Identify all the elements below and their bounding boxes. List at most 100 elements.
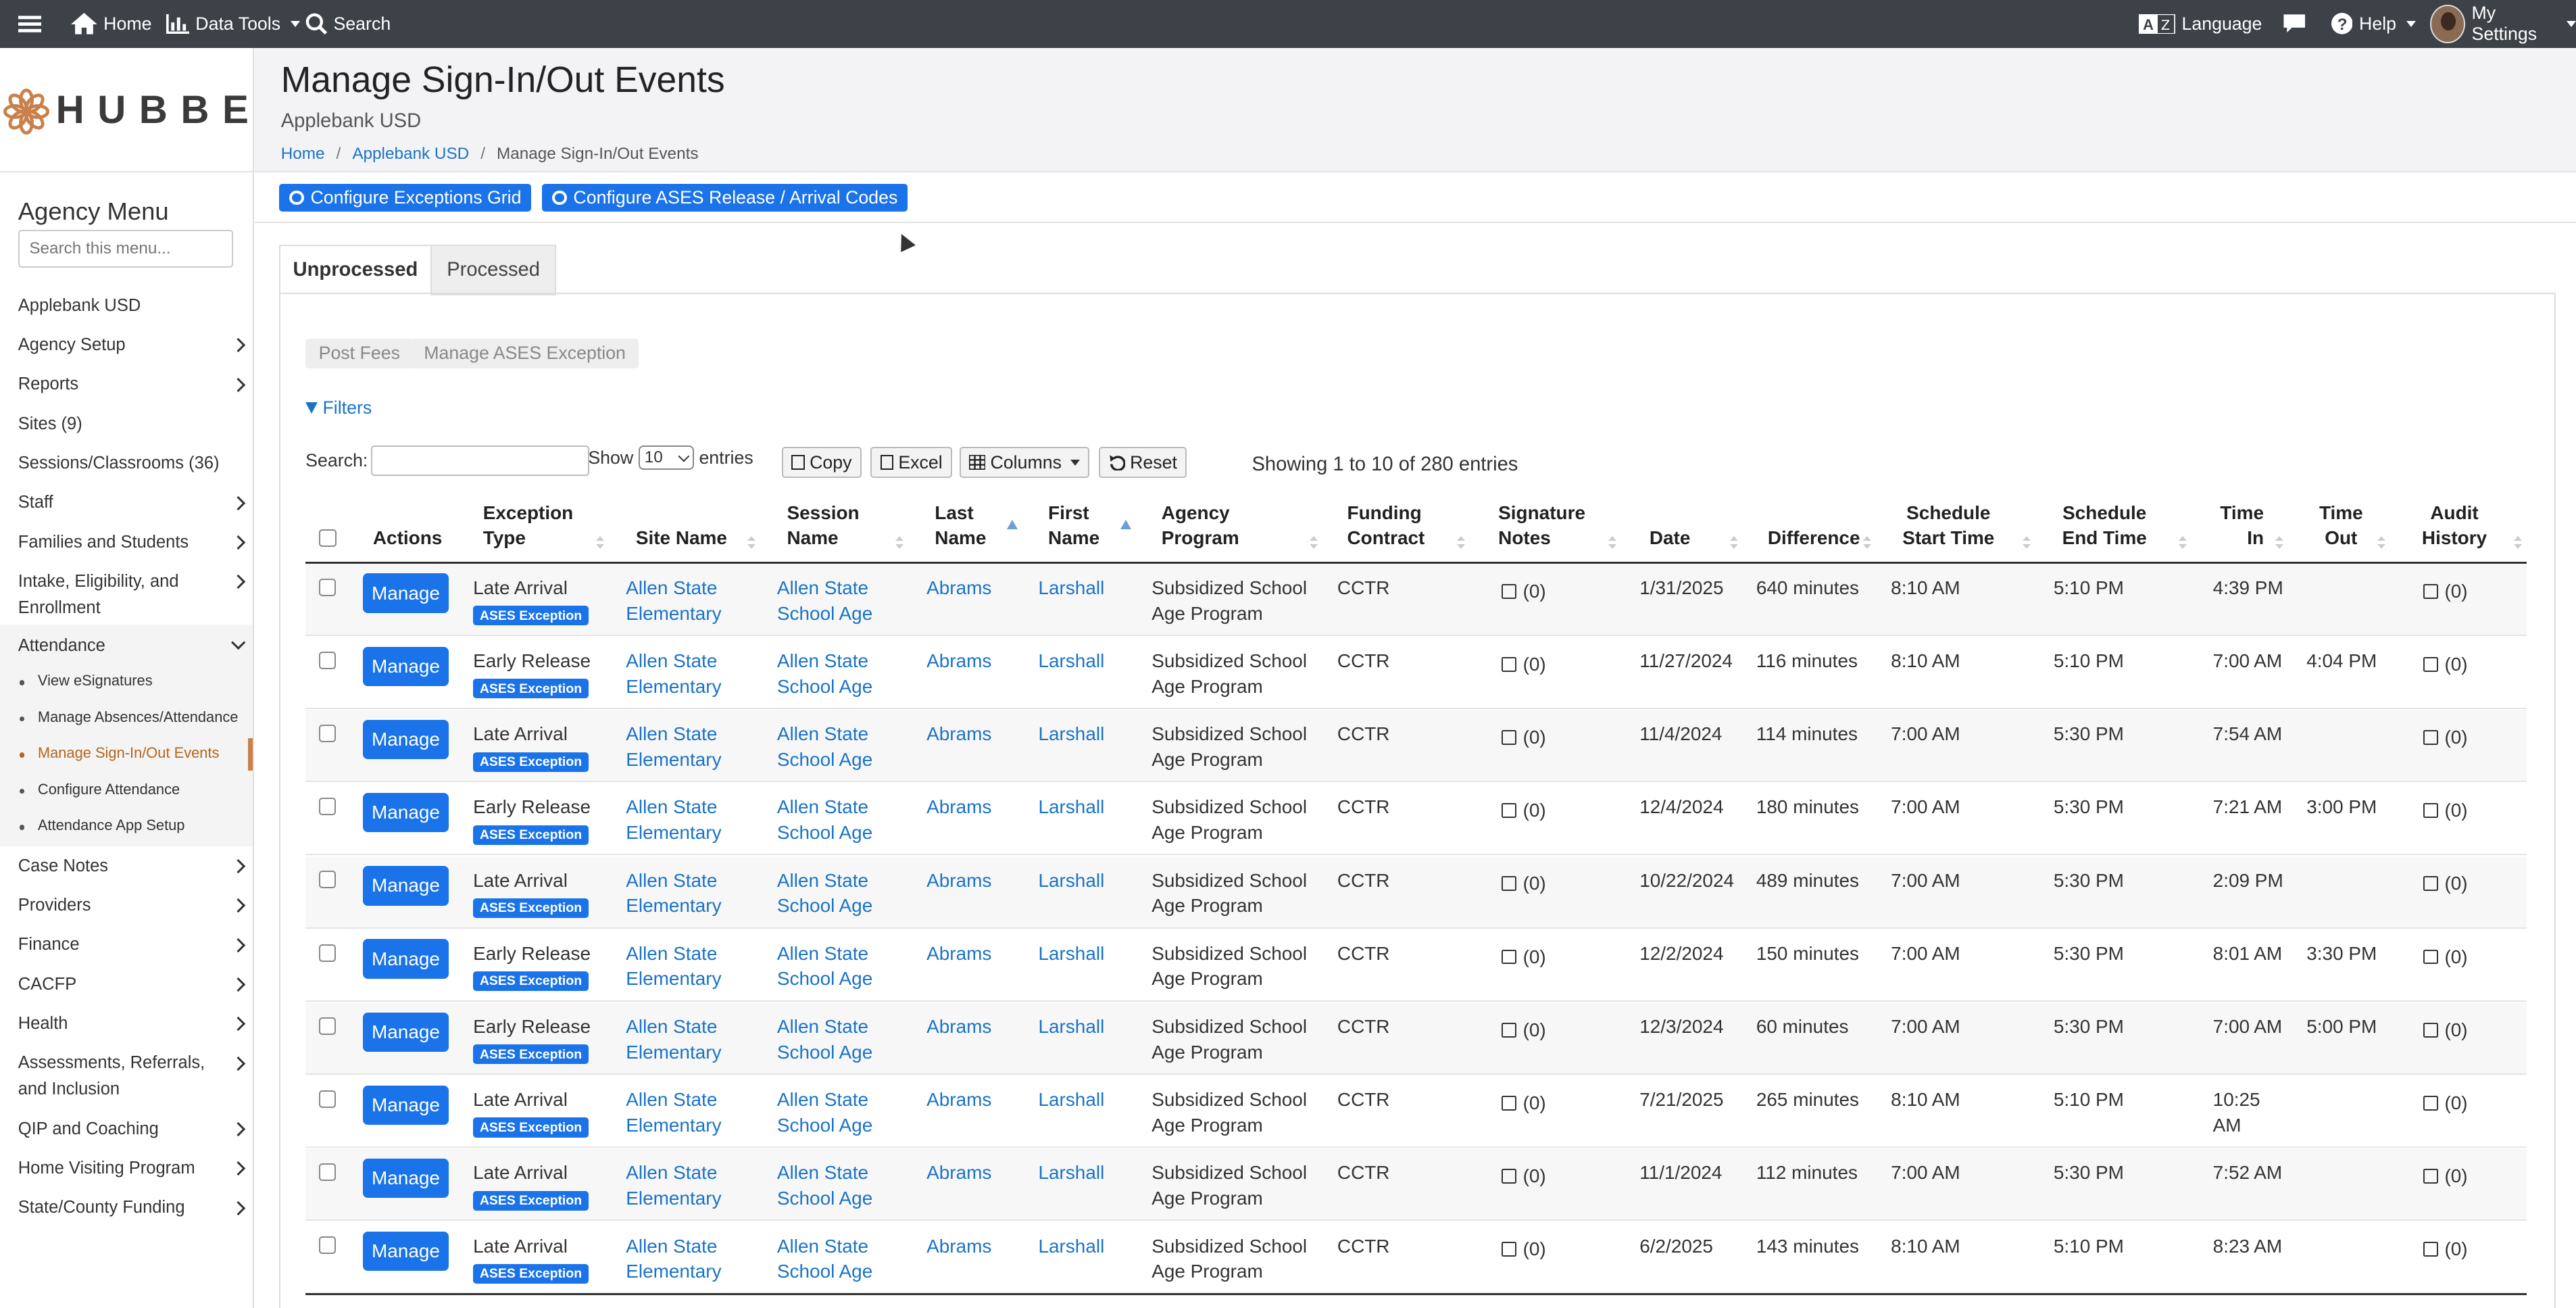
sidebar-item-sites[interactable]: Sites (9): [0, 408, 253, 437]
signature-notes-cell[interactable]: (0): [1502, 725, 1546, 750]
row-checkbox[interactable]: [319, 652, 337, 669]
first-name-link[interactable]: Larshall: [1038, 1160, 1104, 1186]
nav-data-tools[interactable]: Data Tools: [166, 0, 300, 48]
col-date[interactable]: Date: [1650, 498, 1743, 562]
manage-button[interactable]: Manage: [363, 720, 448, 759]
audit-history-cell[interactable]: (0): [2423, 944, 2468, 970]
site-name-link[interactable]: Allen StateElementary: [626, 794, 721, 845]
nav-settings[interactable]: My Settings: [2430, 0, 2576, 48]
audit-history-cell[interactable]: (0): [2423, 1090, 2468, 1116]
last-name-link[interactable]: Abrams: [926, 794, 991, 820]
row-checkbox[interactable]: [319, 1090, 337, 1108]
audit-history-cell[interactable]: (0): [2423, 1017, 2468, 1043]
audit-history-cell[interactable]: (0): [2423, 871, 2468, 896]
sidebar-item-reports[interactable]: Reports: [0, 368, 253, 398]
manage-button[interactable]: Manage: [363, 866, 448, 905]
copy-button[interactable]: Copy: [782, 447, 861, 478]
signature-notes-cell[interactable]: (0): [1502, 1163, 1546, 1189]
last-name-link[interactable]: Abrams: [926, 575, 991, 601]
page-length-select[interactable]: 10: [639, 445, 695, 470]
sidebar-item-cacfp[interactable]: CACFP: [0, 968, 253, 998]
first-name-link[interactable]: Larshall: [1038, 1087, 1104, 1113]
breadcrumb-agency[interactable]: Applebank USD: [352, 145, 469, 163]
sidebar-item-agency-setup[interactable]: Agency Setup: [0, 329, 253, 358]
session-name-link[interactable]: Allen StateSchool Age: [777, 1087, 872, 1138]
signature-notes-cell[interactable]: (0): [1502, 944, 1546, 970]
tab-processed[interactable]: Processed: [430, 245, 556, 295]
nav-search[interactable]: Search: [305, 0, 391, 48]
last-name-link[interactable]: Abrams: [926, 941, 991, 967]
sidebar-item-finance[interactable]: Finance: [0, 929, 253, 959]
signature-notes-cell[interactable]: (0): [1502, 871, 1546, 896]
columns-button[interactable]: Columns: [960, 447, 1089, 478]
session-name-link[interactable]: Allen StateSchool Age: [777, 648, 872, 699]
first-name-link[interactable]: Larshall: [1038, 1014, 1104, 1040]
post-fees-button[interactable]: Post Fees: [305, 339, 413, 368]
sidebar-item-intake[interactable]: Intake, Eligibility, and Enrollment: [0, 565, 253, 621]
manage-button[interactable]: Manage: [363, 573, 448, 612]
sidebar-item-applebank[interactable]: Applebank USD: [0, 289, 253, 319]
col-agency-program[interactable]: Agency Program: [1162, 498, 1322, 562]
table-search-input[interactable]: [371, 445, 589, 476]
manage-button[interactable]: Manage: [363, 939, 448, 978]
signature-notes-cell[interactable]: (0): [1502, 1090, 1546, 1116]
select-all-checkbox[interactable]: [319, 529, 337, 547]
audit-history-cell[interactable]: (0): [2423, 725, 2468, 750]
signature-notes-cell[interactable]: (0): [1502, 1017, 1546, 1043]
manage-button[interactable]: Manage: [363, 1232, 448, 1271]
col-schedule-end[interactable]: Schedule End Time: [2062, 498, 2191, 562]
first-name-link[interactable]: Larshall: [1038, 868, 1104, 894]
site-name-link[interactable]: Allen StateElementary: [626, 1087, 721, 1138]
hamburger-menu-icon[interactable]: [18, 0, 41, 48]
manage-button[interactable]: Manage: [363, 1013, 448, 1052]
site-name-link[interactable]: Allen StateElementary: [626, 648, 721, 699]
col-funding-contract[interactable]: Funding Contract: [1347, 498, 1470, 562]
signature-notes-cell[interactable]: (0): [1502, 579, 1546, 604]
col-time-out[interactable]: Time Out: [2317, 498, 2390, 562]
session-name-link[interactable]: Allen StateSchool Age: [777, 794, 872, 845]
last-name-link[interactable]: Abrams: [926, 1234, 991, 1259]
filters-toggle[interactable]: Filters: [305, 397, 372, 418]
signature-notes-cell[interactable]: (0): [1502, 1236, 1546, 1262]
site-name-link[interactable]: Allen StateElementary: [626, 868, 721, 919]
configure-ases-codes-button[interactable]: Configure ASES Release / Arrival Codes: [542, 184, 908, 212]
breadcrumb-home[interactable]: Home: [281, 145, 325, 163]
session-name-link[interactable]: Allen StateSchool Age: [777, 575, 872, 626]
last-name-link[interactable]: Abrams: [926, 1160, 991, 1186]
sidebar-item-case-notes[interactable]: Case Notes: [0, 850, 253, 879]
nav-home[interactable]: Home: [71, 0, 152, 48]
sidebar-item-health[interactable]: Health: [0, 1007, 253, 1037]
manage-button[interactable]: Manage: [363, 1086, 448, 1125]
audit-history-cell[interactable]: (0): [2423, 1236, 2468, 1262]
reset-button[interactable]: Reset: [1099, 447, 1187, 478]
col-audit-history[interactable]: Audit History: [2420, 498, 2522, 562]
row-checkbox[interactable]: [319, 871, 337, 888]
col-difference[interactable]: Difference: [1768, 498, 1876, 562]
manage-button[interactable]: Manage: [363, 1159, 448, 1198]
session-name-link[interactable]: Allen StateSchool Age: [777, 1234, 872, 1284]
row-checkbox[interactable]: [319, 1017, 337, 1035]
excel-button[interactable]: Excel: [870, 447, 951, 478]
last-name-link[interactable]: Abrams: [926, 1087, 991, 1113]
nav-language[interactable]: AZ Language: [2139, 0, 2262, 48]
manage-ases-exception-button[interactable]: Manage ASES Exception: [411, 339, 639, 368]
sidebar-item-assessments[interactable]: Assessments, Referrals, and Inclusion: [0, 1047, 253, 1103]
col-schedule-start[interactable]: Schedule Start Time: [1901, 498, 2035, 562]
site-name-link[interactable]: Allen StateElementary: [626, 1014, 721, 1065]
row-checkbox[interactable]: [319, 944, 337, 962]
sidebar-item-attendance[interactable]: Attendance: [0, 625, 253, 664]
first-name-link[interactable]: Larshall: [1038, 1234, 1104, 1259]
col-session-name[interactable]: Session Name: [787, 498, 908, 562]
col-site-name[interactable]: Site Name: [636, 498, 759, 562]
first-name-link[interactable]: Larshall: [1038, 941, 1104, 967]
site-name-link[interactable]: Allen StateElementary: [626, 1160, 721, 1211]
col-time-in[interactable]: Time In: [2218, 498, 2289, 562]
sidebar-item-providers[interactable]: Providers: [0, 889, 253, 919]
audit-history-cell[interactable]: (0): [2423, 579, 2468, 604]
row-checkbox[interactable]: [319, 798, 337, 815]
nav-help[interactable]: ? Help: [2331, 0, 2416, 48]
chat-icon[interactable]: [2282, 0, 2306, 48]
last-name-link[interactable]: Abrams: [926, 721, 991, 747]
row-checkbox[interactable]: [319, 579, 337, 596]
sidebar-item-state-county[interactable]: State/County Funding: [0, 1192, 253, 1221]
